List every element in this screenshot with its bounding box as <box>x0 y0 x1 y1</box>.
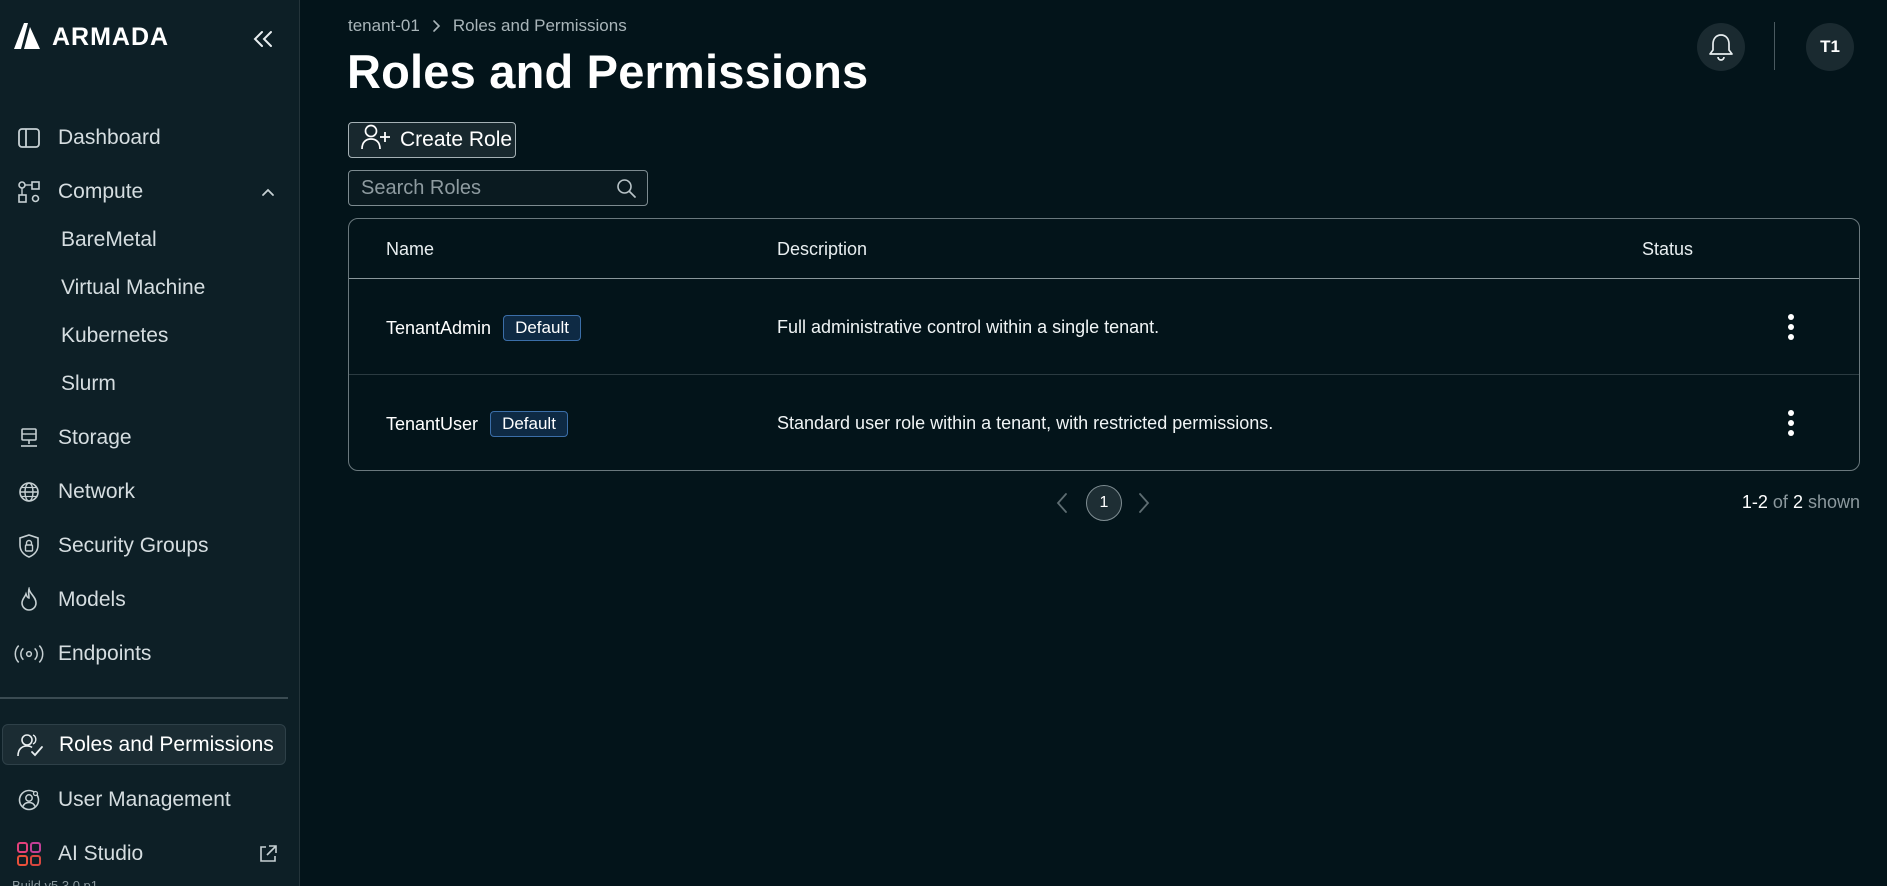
sidebar-item-baremetal[interactable]: BareMetal <box>0 218 300 262</box>
sidebar-item-endpoints[interactable]: Endpoints <box>0 632 300 676</box>
default-badge: Default <box>503 315 581 341</box>
role-name-cell: TenantAdmin Default <box>386 315 581 341</box>
sidebar-item-compute[interactable]: Compute <box>0 170 300 214</box>
row-actions-button[interactable] <box>1773 309 1809 345</box>
column-header-name[interactable]: Name <box>386 239 434 260</box>
search-icon[interactable] <box>615 177 637 199</box>
bell-icon <box>1709 34 1733 61</box>
table-row[interactable]: TenantAdmin Default Full administrative … <box>349 279 1859 375</box>
role-name: TenantUser <box>386 413 479 434</box>
compute-icon <box>14 177 44 207</box>
results-suffix: shown <box>1807 492 1860 512</box>
sidebar-item-label: AI Studio <box>58 842 144 865</box>
default-badge: Default <box>490 411 568 437</box>
chevron-left-icon <box>1056 493 1067 513</box>
sidebar-item-label: Endpoints <box>58 642 152 665</box>
sidebar-divider <box>0 697 288 699</box>
search-roles <box>348 170 648 206</box>
chevron-right-icon <box>1139 493 1150 513</box>
previous-page-button[interactable] <box>1056 491 1068 515</box>
create-role-label: Create Role <box>400 128 513 151</box>
role-description: Standard user role within a tenant, with… <box>777 413 1274 433</box>
sidebar-item-label: Roles and Permissions <box>59 732 274 756</box>
broadcast-icon <box>14 639 44 669</box>
sidebar-item-label: Dashboard <box>58 126 161 149</box>
sidebar: ARMADA Dashboard Compute BareMetal Virtu… <box>0 0 300 886</box>
results-range: 1-2 <box>1741 492 1768 512</box>
sidebar-item-slurm[interactable]: Slurm <box>0 362 300 406</box>
column-header-description[interactable]: Description <box>777 239 867 260</box>
shield-lock-icon <box>14 531 44 561</box>
sidebar-item-label: Network <box>58 480 136 503</box>
storage-icon <box>14 423 44 453</box>
sidebar-item-label: Security Groups <box>58 534 209 557</box>
brand-logo[interactable]: ARMADA <box>12 20 169 54</box>
avatar[interactable]: T1 <box>1806 23 1854 71</box>
role-name: TenantAdmin <box>386 317 492 338</box>
next-page-button[interactable] <box>1134 491 1154 515</box>
sidebar-item-ai-studio[interactable]: AI Studio <box>0 832 300 876</box>
user-check-icon <box>15 730 45 760</box>
sidebar-item-roles-and-permissions[interactable]: Roles and Permissions <box>2 724 286 765</box>
build-version: Build v5.3.0 p1 <box>12 878 99 886</box>
sidebar-item-user-management[interactable]: User Management <box>0 778 300 822</box>
panel-icon <box>14 123 44 153</box>
flame-icon <box>14 585 44 615</box>
brand-name: ARMADA <box>52 22 170 51</box>
table-row[interactable]: TenantUser Default Standard user role wi… <box>349 375 1859 470</box>
chevron-right-icon <box>432 19 441 33</box>
row-actions-button[interactable] <box>1773 405 1809 441</box>
results-total: 2 <box>1792 492 1803 512</box>
results-count: 1-2 of 2 shown <box>1742 492 1860 513</box>
column-header-status[interactable]: Status <box>1642 239 1693 260</box>
breadcrumb-root[interactable]: tenant-01 <box>348 16 420 36</box>
breadcrumb: tenant-01 Roles and Permissions <box>348 16 627 36</box>
sidebar-item-virtual-machine[interactable]: Virtual Machine <box>0 266 300 310</box>
results-of: of <box>1772 492 1788 512</box>
role-description: Full administrative control within a sin… <box>777 317 1160 337</box>
double-chevron-left-icon <box>253 31 272 47</box>
kebab-menu-icon <box>1788 410 1794 436</box>
collapse-sidebar-button[interactable] <box>248 24 278 54</box>
roles-table: Name Description Status TenantAdmin Defa… <box>348 218 1860 471</box>
sidebar-item-security-groups[interactable]: Security Groups <box>0 524 300 568</box>
sidebar-item-label: Kubernetes <box>61 324 169 347</box>
chevron-up-icon[interactable] <box>258 182 278 202</box>
globe-icon <box>14 477 44 507</box>
user-plus-icon <box>360 123 392 157</box>
user-gear-icon <box>14 785 44 815</box>
sidebar-item-network[interactable]: Network <box>0 470 300 514</box>
create-role-button[interactable]: Create Role <box>348 122 516 158</box>
header-divider <box>1774 22 1775 70</box>
search-input[interactable] <box>349 171 609 205</box>
sidebar-item-kubernetes[interactable]: Kubernetes <box>0 314 300 358</box>
page-title: Roles and Permissions <box>347 45 869 98</box>
ai-studio-grid-icon <box>14 839 44 869</box>
external-link-icon[interactable] <box>256 842 280 866</box>
kebab-menu-icon <box>1788 314 1794 340</box>
table-header: Name Description Status <box>349 219 1859 279</box>
sidebar-item-dashboard[interactable]: Dashboard <box>0 116 300 160</box>
sidebar-item-label: Virtual Machine <box>61 276 206 299</box>
sidebar-item-label: User Management <box>58 788 231 811</box>
sidebar-item-label: BareMetal <box>61 228 157 251</box>
armada-logo-icon <box>12 19 44 56</box>
notifications-button[interactable] <box>1697 23 1745 71</box>
sidebar-item-models[interactable]: Models <box>0 578 300 622</box>
breadcrumb-current: Roles and Permissions <box>452 16 627 35</box>
sidebar-item-label: Storage <box>58 426 132 449</box>
sidebar-item-label: Models <box>58 588 126 611</box>
sidebar-item-label: Compute <box>58 180 144 203</box>
role-name-cell: TenantUser Default <box>386 411 568 437</box>
page-number-button[interactable]: 1 <box>1086 485 1122 521</box>
sidebar-item-label: Slurm <box>61 372 116 395</box>
sidebar-item-storage[interactable]: Storage <box>0 416 300 460</box>
